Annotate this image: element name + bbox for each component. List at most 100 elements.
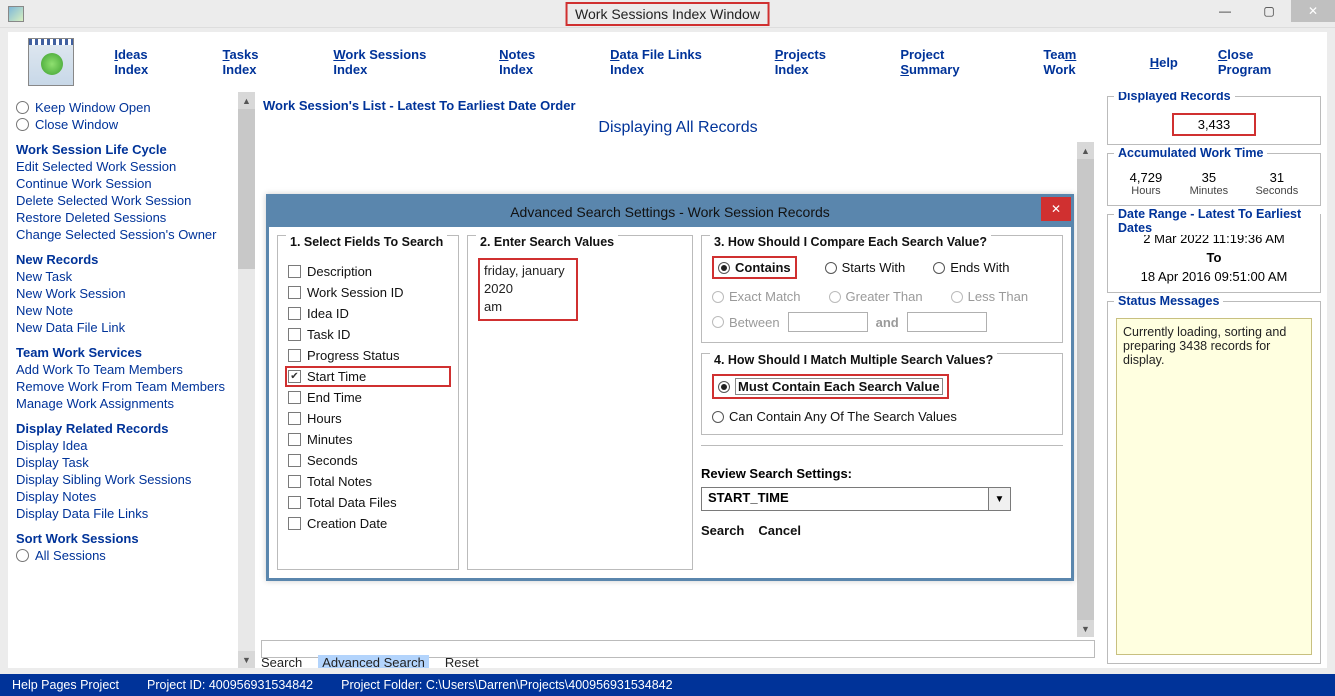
list-body: ▲ ▼ Advanced Search Settings - Work Sess…	[261, 141, 1095, 638]
status-project-folder: Project Folder: C:\Users\Darren\Projects…	[341, 678, 672, 692]
checkbox-label: Description	[307, 264, 372, 279]
link-display-idea[interactable]: Display Idea	[16, 438, 236, 453]
radio-contains[interactable]: Contains	[718, 260, 791, 275]
review-dropdown[interactable]: START_TIME ▼	[701, 487, 1011, 511]
radio-can-contain-any[interactable]: Can Contain Any Of The Search Values	[712, 409, 1052, 424]
checkbox-icon	[288, 307, 301, 320]
nav-data-file-links-index[interactable]: Data File Links Index	[610, 47, 735, 77]
field-checkbox-idea-id[interactable]: Idea ID	[288, 306, 448, 321]
app-icon	[8, 6, 24, 22]
between-and-label: and	[876, 315, 899, 330]
modal-search-button[interactable]: Search	[701, 523, 744, 538]
nav-team-work[interactable]: Team Work	[1043, 47, 1109, 77]
link-display-sibling-work-sessions[interactable]: Display Sibling Work Sessions	[16, 472, 236, 487]
content-area: Ideas Index Tasks Index Work Sessions In…	[8, 32, 1327, 668]
radio-all-sessions[interactable]: All Sessions	[16, 548, 236, 563]
field-checkbox-total-data-files[interactable]: Total Data Files	[288, 495, 448, 510]
link-new-work-session[interactable]: New Work Session	[16, 286, 236, 301]
nav-notes-index[interactable]: Notes Index	[499, 47, 570, 77]
modal-cancel-button[interactable]: Cancel	[758, 523, 801, 538]
radio-starts-with[interactable]: Starts With	[825, 256, 906, 279]
chevron-down-icon[interactable]: ▼	[988, 488, 1010, 510]
checkbox-label: Minutes	[307, 432, 353, 447]
link-remove-work-team[interactable]: Remove Work From Team Members	[16, 379, 236, 394]
search-values-box[interactable]: friday, january 2020 am	[478, 258, 578, 321]
scroll-down-icon[interactable]: ▼	[1077, 620, 1094, 637]
between-from-input[interactable]	[788, 312, 868, 332]
link-display-task[interactable]: Display Task	[16, 455, 236, 470]
checkbox-icon	[288, 391, 301, 404]
maximize-button[interactable]: ▢	[1247, 0, 1291, 22]
minimize-button[interactable]: —	[1203, 0, 1247, 22]
link-display-notes[interactable]: Display Notes	[16, 489, 236, 504]
link-advanced-search[interactable]: Advanced Search	[318, 655, 429, 668]
scroll-thumb[interactable]	[238, 109, 255, 269]
section-team-work: Team Work Services	[16, 345, 236, 360]
status-text: Currently loading, sorting and preparing…	[1116, 318, 1312, 655]
panel-select-fields: 1. Select Fields To Search DescriptionWo…	[277, 235, 459, 570]
field-checkbox-progress-status[interactable]: Progress Status	[288, 348, 448, 363]
nav-project-summary[interactable]: Project Summary	[900, 47, 1003, 77]
field-checkbox-work-session-id[interactable]: Work Session ID	[288, 285, 448, 300]
nav-work-sessions-index[interactable]: Work Sessions Index	[333, 47, 459, 77]
app-logo-icon	[28, 38, 74, 86]
nav-projects-index[interactable]: Projects Index	[775, 47, 861, 77]
modal-close-button[interactable]: ✕	[1041, 197, 1071, 221]
radio-keep-window-open[interactable]: Keep Window Open	[16, 100, 236, 115]
scroll-down-icon[interactable]: ▼	[238, 651, 255, 668]
checkbox-label: Progress Status	[307, 348, 400, 363]
dropdown-value: START_TIME	[702, 488, 988, 510]
radio-must-contain-each[interactable]: Must Contain Each Search Value	[718, 378, 943, 395]
link-add-work-team[interactable]: Add Work To Team Members	[16, 362, 236, 377]
nav-close-program[interactable]: Close Program	[1218, 47, 1307, 77]
nav-tasks-index[interactable]: Tasks Index	[223, 47, 294, 77]
link-delete-selected-work-session[interactable]: Delete Selected Work Session	[16, 193, 236, 208]
field-checkbox-hours[interactable]: Hours	[288, 411, 448, 426]
section-new-records: New Records	[16, 252, 236, 267]
scroll-thumb[interactable]	[1077, 159, 1094, 620]
link-change-session-owner[interactable]: Change Selected Session's Owner	[16, 227, 236, 242]
field-checkbox-task-id[interactable]: Task ID	[288, 327, 448, 342]
nav-ideas-index[interactable]: Ideas Index	[114, 47, 182, 77]
list-scrollbar[interactable]: ▲ ▼	[1077, 142, 1094, 637]
acc-hours: 4,729	[1130, 170, 1163, 185]
field-checkbox-minutes[interactable]: Minutes	[288, 432, 448, 447]
field-checkbox-end-time[interactable]: End Time	[288, 390, 448, 405]
field-checkbox-creation-date[interactable]: Creation Date	[288, 516, 448, 531]
status-help[interactable]: Help Pages Project	[12, 678, 119, 692]
checkbox-icon	[288, 286, 301, 299]
link-search[interactable]: Search	[261, 655, 302, 668]
link-continue-work-session[interactable]: Continue Work Session	[16, 176, 236, 191]
scroll-up-icon[interactable]: ▲	[1077, 142, 1094, 159]
field-checkbox-seconds[interactable]: Seconds	[288, 453, 448, 468]
panel-match: 4. How Should I Match Multiple Search Va…	[701, 353, 1063, 435]
section-sort-work-sessions: Sort Work Sessions	[16, 531, 236, 546]
radio-greater-than: Greater Than	[829, 289, 923, 304]
panel-legend: 4. How Should I Match Multiple Search Va…	[710, 353, 997, 367]
sidebar-scrollbar[interactable]: ▲ ▼	[238, 92, 255, 668]
between-to-input[interactable]	[907, 312, 987, 332]
nav-help[interactable]: Help	[1150, 55, 1178, 70]
checkbox-icon	[288, 328, 301, 341]
modal-title: Advanced Search Settings - Work Session …	[510, 204, 830, 220]
close-window-button[interactable]: ✕	[1291, 0, 1335, 22]
link-restore-deleted-sessions[interactable]: Restore Deleted Sessions	[16, 210, 236, 225]
scroll-up-icon[interactable]: ▲	[238, 92, 255, 109]
link-reset[interactable]: Reset	[445, 655, 479, 668]
link-new-note[interactable]: New Note	[16, 303, 236, 318]
radio-less-than: Less Than	[951, 289, 1028, 304]
link-manage-work-assignments[interactable]: Manage Work Assignments	[16, 396, 236, 411]
link-new-data-file-link[interactable]: New Data File Link	[16, 320, 236, 335]
window-controls: — ▢ ✕	[1203, 0, 1335, 22]
checkbox-icon	[288, 517, 301, 530]
field-checkbox-start-time[interactable]: ✔Start Time	[288, 369, 448, 384]
panel-review: Review Search Settings: START_TIME ▼ Sea…	[701, 445, 1063, 548]
link-new-task[interactable]: New Task	[16, 269, 236, 284]
radio-close-window[interactable]: Close Window	[16, 117, 236, 132]
field-checkbox-total-notes[interactable]: Total Notes	[288, 474, 448, 489]
checkbox-label: Work Session ID	[307, 285, 404, 300]
radio-ends-with[interactable]: Ends With	[933, 256, 1009, 279]
link-display-data-file-links[interactable]: Display Data File Links	[16, 506, 236, 521]
link-edit-selected-work-session[interactable]: Edit Selected Work Session	[16, 159, 236, 174]
field-checkbox-description[interactable]: Description	[288, 264, 448, 279]
